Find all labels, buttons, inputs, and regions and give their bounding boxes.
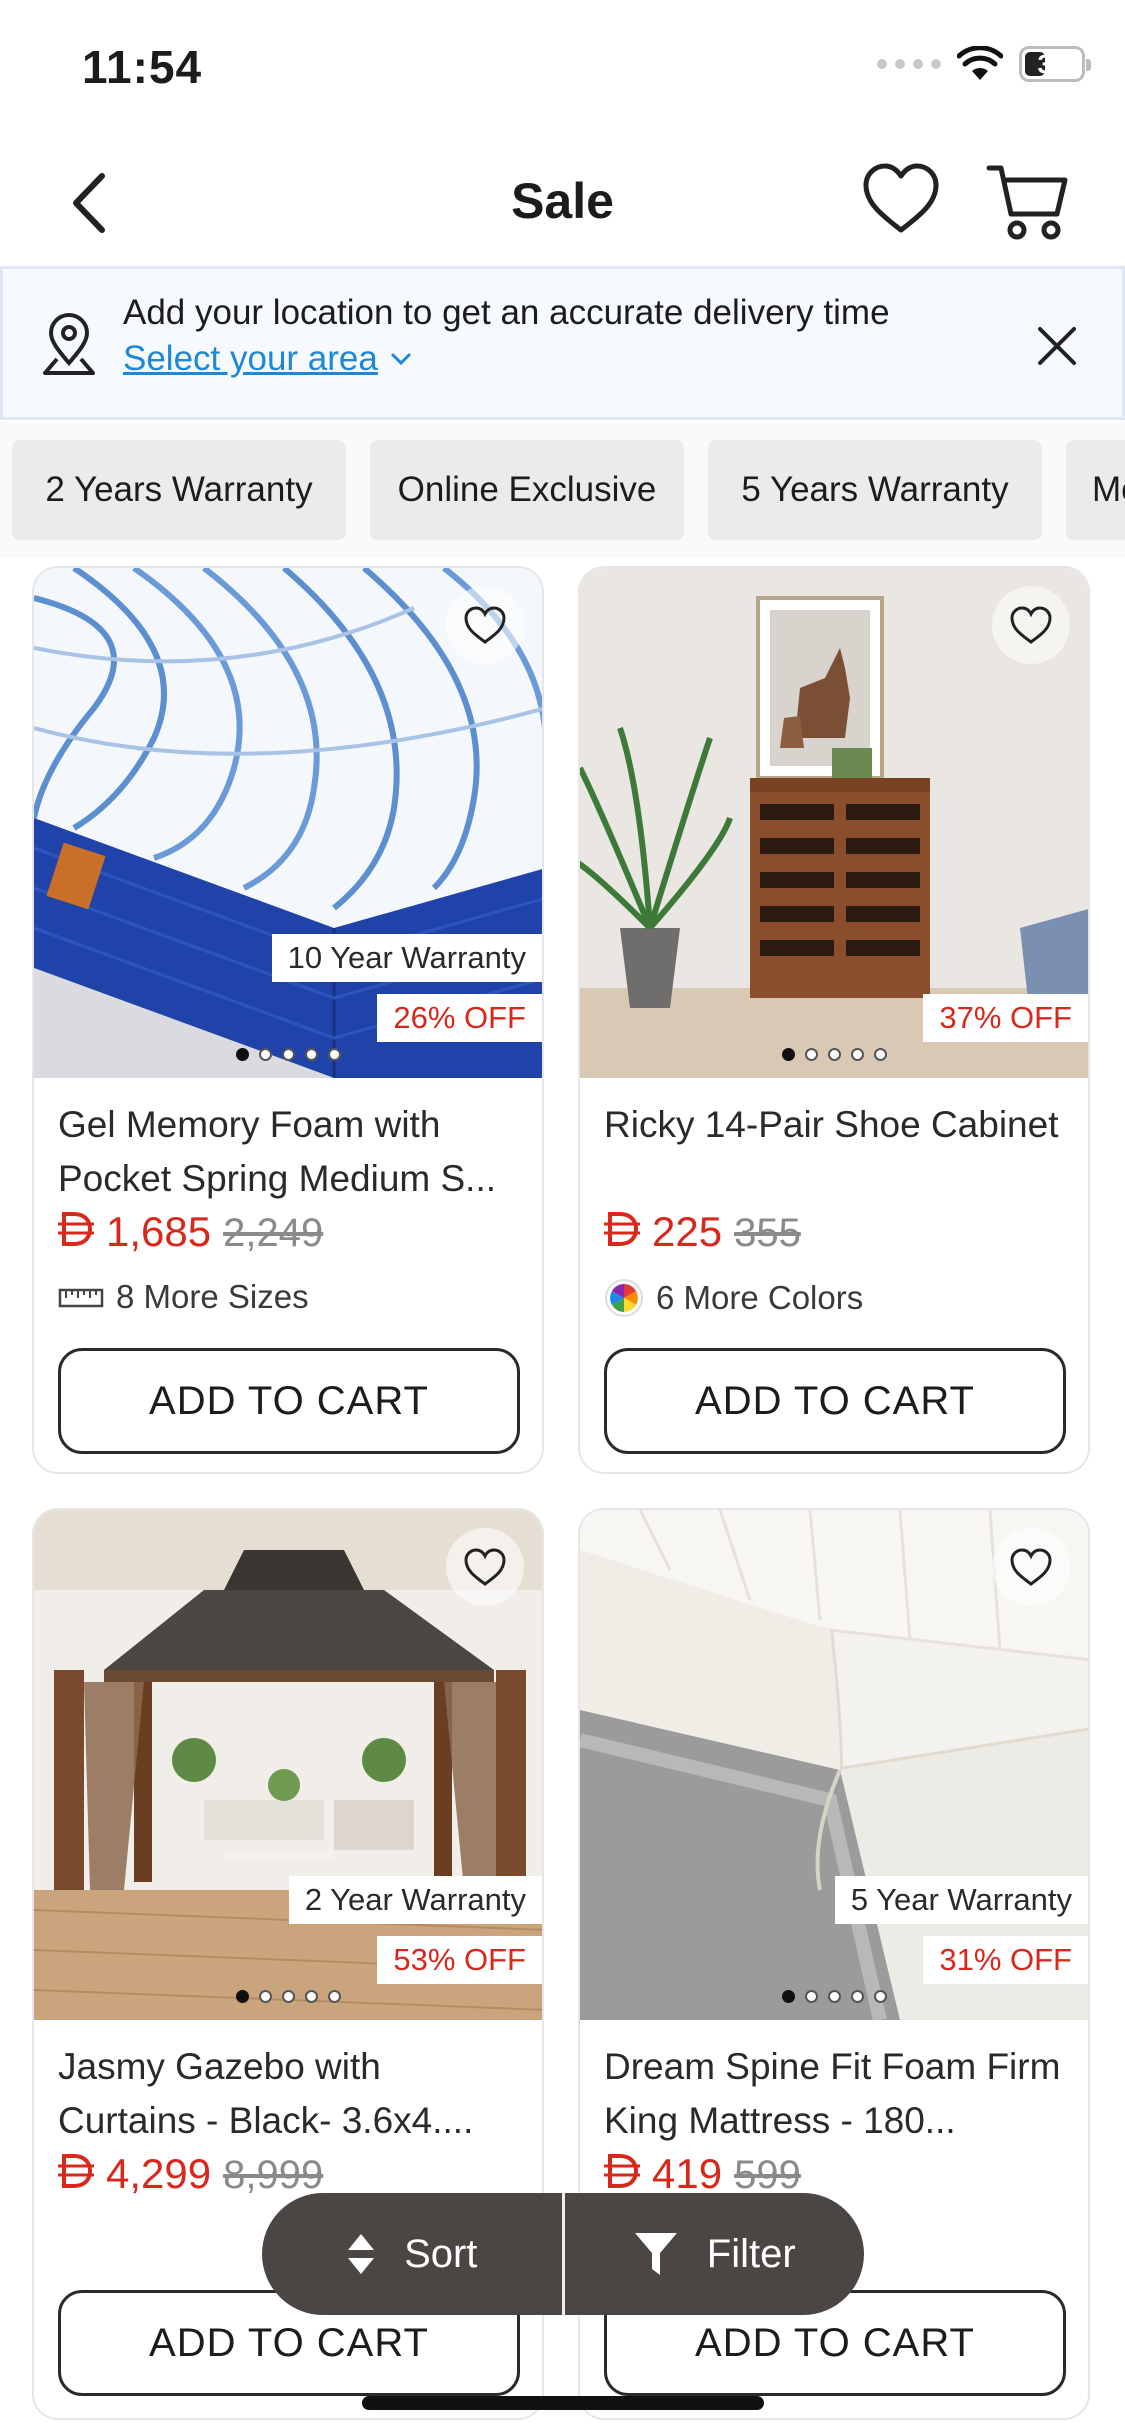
product-title[interactable]: Ricky 14-Pair Shoe Cabinet (604, 1098, 1074, 1206)
discount-badge: 31% OFF (923, 1936, 1088, 1984)
more-colors-label: 6 More Colors (656, 1279, 864, 1316)
location-pin-icon (43, 313, 95, 375)
current-price: 1,685 (106, 1208, 212, 1255)
filter-chips-bar: 2 Years Warranty Online Exclusive 5 Year… (0, 422, 1125, 558)
favorite-heart-icon[interactable] (992, 586, 1070, 664)
select-area-link[interactable]: Select your area (123, 339, 412, 379)
original-price: 599 (734, 2153, 801, 2197)
nav-bar: Sale (0, 140, 1125, 265)
chip-5-years-warranty[interactable]: 5 Years Warranty (708, 440, 1042, 540)
current-price: 419 (652, 2150, 723, 2197)
product-price: 4,299 8,999 (58, 2150, 323, 2198)
discount-badge: 26% OFF (377, 994, 542, 1042)
status-time: 11:54 (82, 41, 203, 93)
product-card[interactable]: 10 Year Warranty 26% OFF Gel Memory Foam… (32, 566, 544, 1474)
sort-icon (348, 2234, 375, 2274)
chip-more[interactable]: Mo (1066, 440, 1125, 540)
product-title[interactable]: Dream Spine Fit Foam Firm King Mattress … (604, 2040, 1074, 2148)
more-sizes-link[interactable]: 8 More Sizes (58, 1278, 309, 1316)
status-bar: 11:54 34 (0, 0, 1125, 135)
product-title[interactable]: Gel Memory Foam with Pocket Spring Mediu… (58, 1098, 528, 1206)
product-price: 419 599 (604, 2150, 801, 2198)
warranty-badge: 5 Year Warranty (834, 1876, 1088, 1924)
dirham-currency-icon (604, 1212, 640, 1246)
product-price: 1,685 2,249 (58, 1208, 323, 1256)
image-carousel-dots[interactable] (580, 1048, 1088, 1061)
image-carousel-dots[interactable] (34, 1048, 542, 1061)
product-price: 225 355 (604, 1208, 801, 1256)
warranty-badge: 10 Year Warranty (271, 934, 542, 982)
close-icon[interactable] (1032, 321, 1082, 371)
battery-level: 34 (1037, 48, 1067, 79)
color-wheel-icon (605, 1279, 643, 1317)
favorite-heart-icon[interactable] (992, 1528, 1070, 1606)
original-price: 8,999 (223, 2153, 324, 2197)
sort-filter-bar: Sort Filter (262, 2193, 864, 2315)
wifi-icon (957, 46, 1003, 80)
location-banner: Add your location to get an accurate del… (0, 266, 1125, 420)
more-colors-link[interactable]: 6 More Colors (604, 1278, 863, 1318)
page-title: Sale (511, 173, 614, 229)
dirham-currency-icon (604, 2154, 640, 2188)
favorite-heart-icon[interactable] (446, 586, 524, 664)
cellular-signal-icon (877, 59, 941, 69)
discount-badge: 53% OFF (377, 1936, 542, 1984)
wishlist-heart-icon[interactable] (860, 158, 942, 240)
battery-icon: 34 (1019, 46, 1091, 82)
current-price: 225 (652, 1208, 723, 1255)
chip-online-exclusive[interactable]: Online Exclusive (370, 440, 684, 540)
sort-label: Sort (404, 2231, 478, 2276)
filter-label: Filter (706, 2231, 796, 2276)
sort-filter-divider (561, 2193, 565, 2315)
add-to-cart-button[interactable]: ADD TO CART (58, 1348, 520, 1454)
warranty-badge: 2 Year Warranty (288, 1876, 542, 1924)
filter-funnel-icon (634, 2233, 677, 2275)
product-card[interactable]: 37% OFF Ricky 14-Pair Shoe Cabinet 225 3… (578, 566, 1090, 1474)
current-price: 4,299 (106, 2150, 212, 2197)
add-to-cart-button[interactable]: ADD TO CART (604, 1348, 1066, 1454)
cart-icon[interactable] (985, 158, 1071, 244)
select-area-label: Select your area (123, 339, 378, 378)
chevron-down-icon (391, 353, 411, 366)
filter-button[interactable]: Filter (565, 2193, 865, 2315)
ruler-icon (58, 1288, 104, 1308)
status-icons: 34 (877, 46, 1091, 82)
home-indicator[interactable] (362, 2396, 764, 2410)
favorite-heart-icon[interactable] (446, 1528, 524, 1606)
original-price: 2,249 (223, 1211, 324, 1255)
more-sizes-label: 8 More Sizes (116, 1278, 309, 1315)
dirham-currency-icon (58, 1212, 94, 1246)
chip-2-years-warranty[interactable]: 2 Years Warranty (12, 440, 346, 540)
location-prompt-text: Add your location to get an accurate del… (123, 293, 890, 332)
image-carousel-dots[interactable] (34, 1990, 542, 2003)
original-price: 355 (734, 1211, 801, 1255)
discount-badge: 37% OFF (923, 994, 1088, 1042)
sort-button[interactable]: Sort (262, 2193, 562, 2315)
dirham-currency-icon (58, 2154, 94, 2188)
image-carousel-dots[interactable] (580, 1990, 1088, 2003)
product-title[interactable]: Jasmy Gazebo with Curtains - Black- 3.6x… (58, 2040, 528, 2148)
